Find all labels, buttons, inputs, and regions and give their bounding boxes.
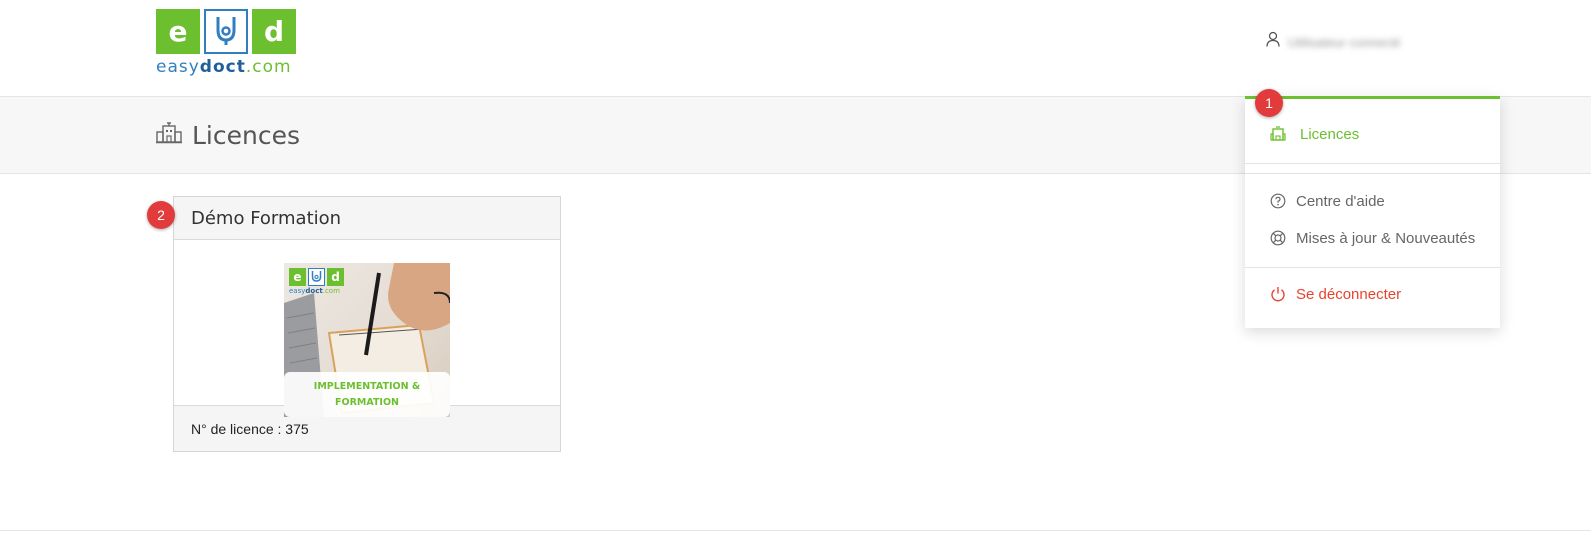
page-title-text: Licences — [192, 121, 300, 150]
logo-wordmark: easydoct.com — [156, 57, 302, 77]
menu-item-label: Mises à jour & Nouveautés — [1296, 229, 1476, 247]
logo-text-easy: easy — [156, 57, 200, 77]
logo-text-com: .com — [245, 57, 292, 77]
building-icon — [156, 122, 182, 149]
menu-item-label: Centre d'aide — [1296, 192, 1385, 210]
top-header: e d easydoct.com Utilisateur connecté — [0, 0, 1591, 96]
menu-item-label: Se déconnecter — [1296, 285, 1402, 303]
license-card-header: Démo Formation — [174, 197, 560, 240]
user-dropdown-menu: Licences Centre d'aide Mises à jour & No… — [1245, 96, 1500, 328]
thumbnail-caption: IMPLEMENTATION & FORMATION — [313, 380, 421, 408]
license-card[interactable]: Démo Formation e d easydoct.com IMPLEMEN… — [173, 196, 561, 452]
easydoct-logo[interactable]: e d easydoct.com — [156, 9, 302, 81]
license-number: N° de licence : 375 — [191, 420, 309, 437]
license-thumbnail[interactable]: e d easydoct.com IMPLEMENTATION & FORMAT… — [284, 263, 450, 417]
thumbnail-caption-box: IMPLEMENTATION & FORMATION — [284, 372, 450, 417]
menu-item-logout[interactable]: Se déconnecter — [1245, 279, 1500, 309]
lifebuoy-icon — [1270, 230, 1286, 246]
logo-tile-e: e — [156, 9, 200, 54]
menu-item-label: Licences — [1300, 125, 1360, 143]
logo-tiles: e d — [156, 9, 302, 54]
annotation-badge-2: 2 — [147, 201, 175, 229]
logo-text-doct: doct — [199, 57, 246, 77]
user-icon — [1266, 31, 1280, 52]
footer-divider — [0, 530, 1591, 531]
stethoscope-icon — [204, 9, 248, 54]
menu-item-licences[interactable]: Licences — [1245, 119, 1500, 149]
help-circle-icon — [1270, 193, 1286, 209]
user-name: Utilisateur connecté — [1288, 34, 1400, 49]
menu-item-help-center[interactable]: Centre d'aide — [1245, 186, 1500, 216]
menu-item-updates[interactable]: Mises à jour & Nouveautés — [1245, 223, 1500, 253]
page-title: Licences — [156, 121, 300, 150]
logo-tile-d: d — [252, 9, 296, 54]
menu-divider — [1245, 163, 1500, 164]
annotation-badge-1: 1 — [1255, 89, 1283, 117]
menu-divider — [1245, 173, 1500, 174]
license-card-title[interactable]: Démo Formation — [191, 208, 341, 229]
menu-divider — [1245, 267, 1500, 268]
license-card-body: e d easydoct.com IMPLEMENTATION & FORMAT… — [174, 240, 560, 417]
power-icon — [1270, 286, 1286, 302]
user-menu-toggle[interactable]: Utilisateur connecté — [1266, 31, 1400, 52]
building-icon — [1270, 126, 1286, 142]
